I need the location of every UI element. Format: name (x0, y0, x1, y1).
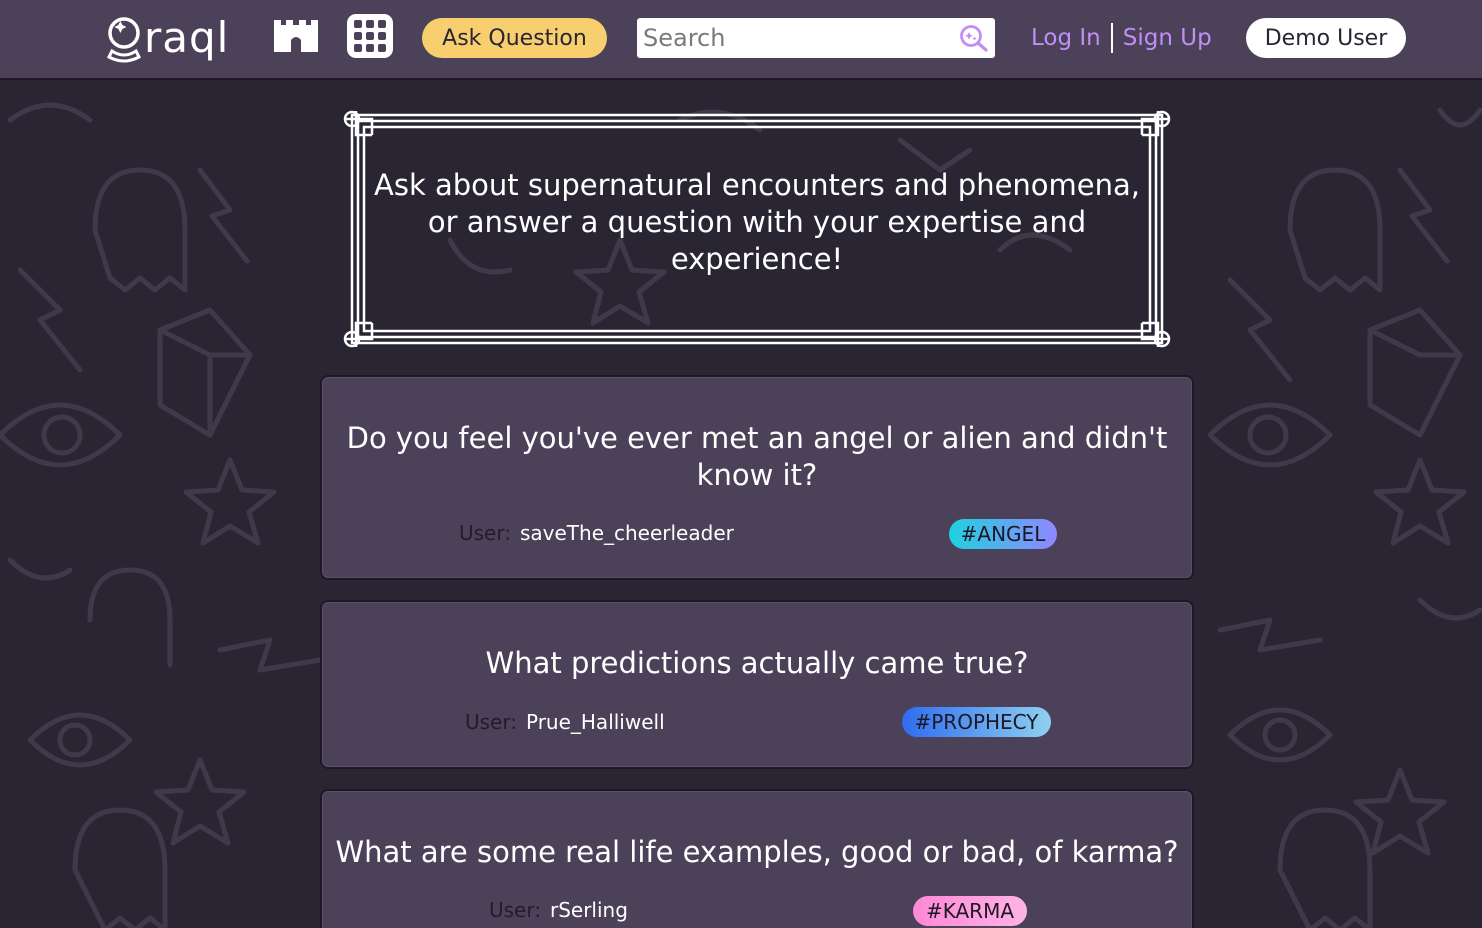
grid-dot-icon (366, 20, 374, 28)
question-title[interactable]: Do you feel you've ever met an angel or … (342, 420, 1172, 494)
grid-dot-icon (378, 32, 386, 40)
home-castle-button[interactable] (272, 16, 320, 56)
logo-text: raql (144, 13, 230, 62)
intro-text: Ask about supernatural encounters and ph… (374, 168, 1140, 276)
top-navbar: raql Ask Question Search Log In Sign Up … (0, 0, 1482, 80)
grid-dot-icon (366, 32, 374, 40)
search-input[interactable] (643, 18, 943, 58)
intro-banner: Ask about supernatural encounters and ph… (342, 105, 1172, 353)
question-author: User: Prue_Halliwell (465, 710, 665, 734)
tag-badge[interactable]: #KARMA (913, 896, 1027, 926)
question-author: User: rSerling (489, 898, 628, 922)
grid-dot-icon (354, 20, 362, 28)
categories-grid-button[interactable] (347, 14, 393, 58)
username[interactable]: Prue_Halliwell (526, 710, 665, 734)
castle-icon (274, 20, 318, 52)
username[interactable]: saveThe_cheerleader (520, 521, 734, 545)
question-title[interactable]: What are some real life examples, good o… (328, 834, 1186, 871)
page: raql Ask Question Search Log In Sign Up … (0, 0, 1482, 928)
question-card[interactable]: Do you feel you've ever met an angel or … (320, 375, 1194, 580)
search-box (637, 18, 995, 58)
user-label: User: (459, 521, 511, 545)
login-link[interactable]: Log In (1031, 25, 1101, 51)
auth-links: Log In Sign Up (1031, 20, 1212, 56)
grid-dot-icon (354, 32, 362, 40)
grid-dot-icon (378, 20, 386, 28)
user-label: User: (465, 710, 517, 734)
ask-question-button[interactable]: Ask Question (422, 18, 607, 58)
tag-badge[interactable]: #PROPHECY (902, 707, 1051, 737)
demo-user-button[interactable]: Demo User (1246, 18, 1406, 58)
grid-dot-icon (378, 44, 386, 52)
grid-dot-icon (366, 44, 374, 52)
signup-link[interactable]: Sign Up (1123, 25, 1212, 51)
question-card[interactable]: What are some real life examples, good o… (320, 789, 1194, 928)
question-title[interactable]: What predictions actually came true? (342, 645, 1172, 682)
tag-badge[interactable]: #ANGEL (949, 519, 1057, 549)
auth-divider (1110, 23, 1113, 53)
username[interactable]: rSerling (550, 898, 628, 922)
crystal-ball-icon (107, 17, 141, 63)
question-author: User: saveThe_cheerleader (459, 521, 734, 545)
grid-dot-icon (354, 44, 362, 52)
search-icon[interactable] (959, 24, 989, 52)
user-label: User: (489, 898, 541, 922)
question-card[interactable]: What predictions actually came true? Use… (320, 600, 1194, 769)
logo[interactable]: raql (106, 12, 229, 64)
